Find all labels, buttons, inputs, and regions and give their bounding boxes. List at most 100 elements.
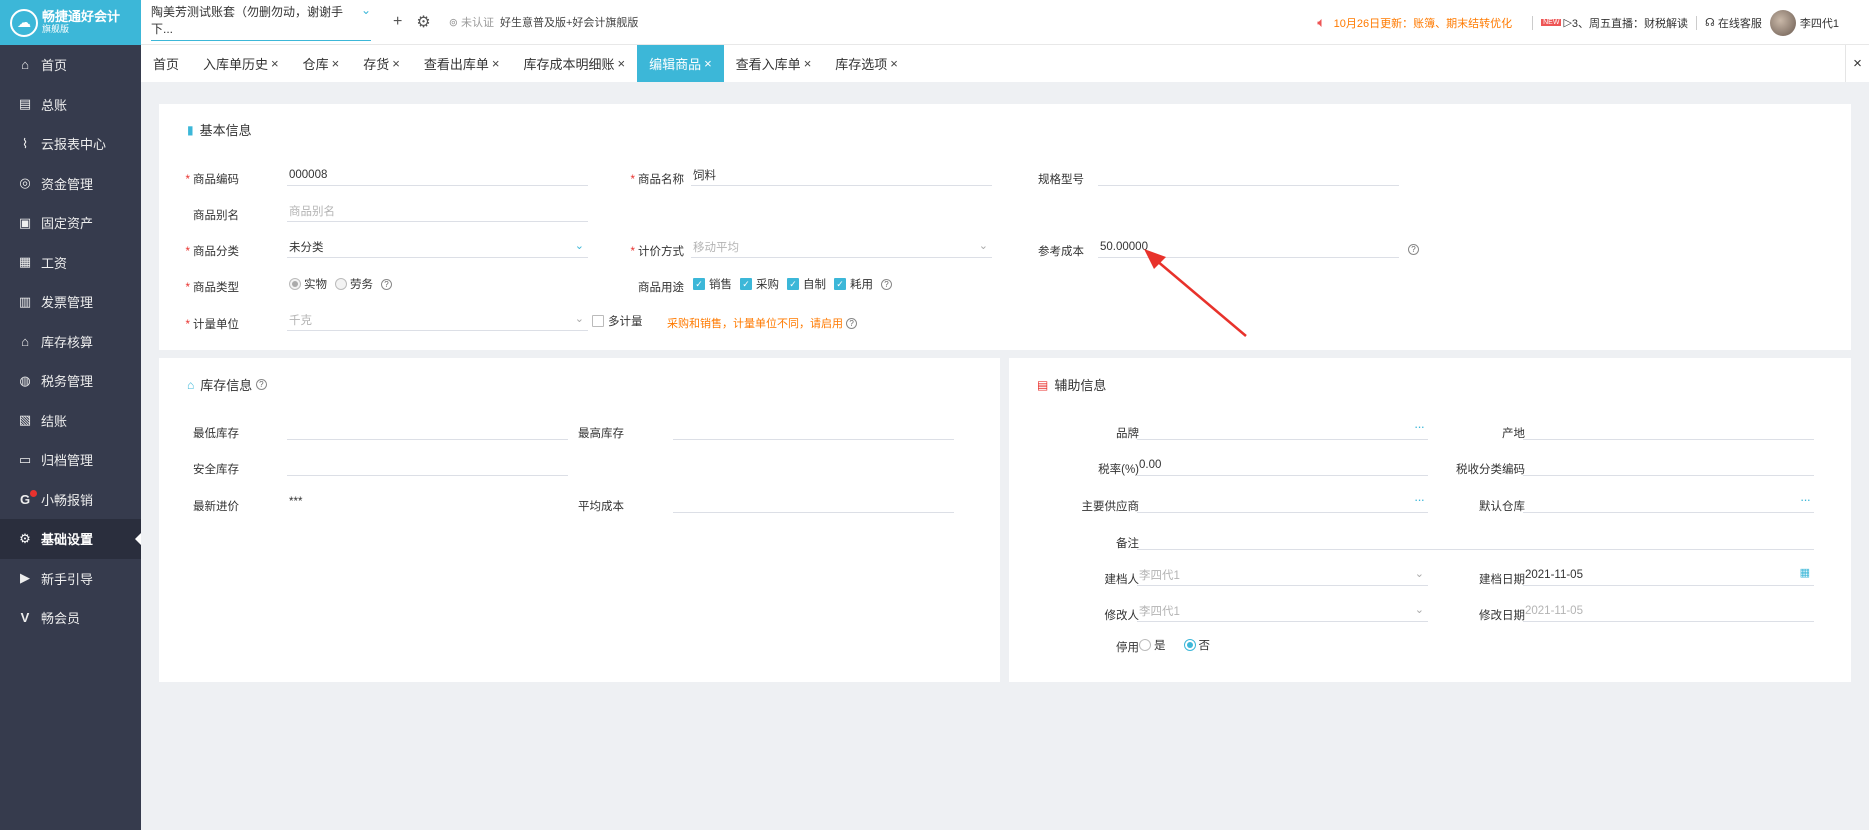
sidebar-item-guide[interactable]: ▶ 新手引导: [0, 559, 141, 599]
usage-checkbox-purchase[interactable]: ✓ 采购: [740, 276, 779, 292]
sidebar-item-reports[interactable]: ⌇ 云报表中心: [0, 124, 141, 164]
unit-select[interactable]: 千克 ⌄: [287, 309, 588, 331]
close-icon[interactable]: ×: [392, 56, 400, 71]
user-menu[interactable]: 李四代1: [1769, 9, 1839, 36]
close-icon[interactable]: ×: [271, 56, 279, 71]
supplier-field[interactable]: ···: [1137, 491, 1428, 513]
disable-radio-yes[interactable]: 是: [1139, 637, 1166, 653]
disable-radio-no[interactable]: 否: [1183, 637, 1210, 653]
add-icon[interactable]: +: [393, 13, 402, 31]
required-mark: *: [185, 246, 190, 258]
min-stock-field[interactable]: [287, 418, 568, 440]
safety-stock-field[interactable]: [287, 454, 568, 476]
close-icon[interactable]: ×: [332, 56, 340, 71]
multi-unit-checkbox[interactable]: 多计量: [592, 313, 651, 329]
default-warehouse-label: 默认仓库: [1479, 501, 1525, 513]
pricing-select[interactable]: 移动平均 ⌄: [691, 236, 992, 258]
check-icon: ✓: [740, 278, 752, 290]
alias-field[interactable]: 商品别名: [287, 200, 588, 222]
more-icon[interactable]: ···: [1414, 419, 1425, 434]
usage-checkbox-group: ✓ 销售 ✓ 采购 ✓ 自制 ✓ 耗用 ?: [693, 276, 892, 292]
divider: [1532, 15, 1534, 30]
auth-status[interactable]: ⊚ 未认证: [449, 14, 494, 30]
type-radio-group: 实物 劳务 ?: [289, 276, 392, 292]
sidebar-item-checkout[interactable]: ▧ 结账: [0, 401, 141, 441]
close-icon[interactable]: ×: [890, 56, 898, 71]
logo-title: 畅捷通好会计: [42, 8, 121, 24]
code-field[interactable]: 000008: [287, 164, 588, 186]
usage-checkbox-consume[interactable]: ✓ 耗用: [834, 276, 873, 292]
last-price-value: ***: [289, 496, 303, 508]
type-radio-physical[interactable]: 实物: [289, 276, 327, 292]
update-notice[interactable]: 🔈︎ 10月26日更新：账簿、期末结转优化: [1317, 14, 1512, 31]
close-all-tabs-button[interactable]: ×: [1845, 45, 1869, 82]
sidebar-item-tax[interactable]: ◍ 税务管理: [0, 361, 141, 401]
more-icon[interactable]: ···: [1800, 492, 1811, 507]
close-icon[interactable]: ×: [492, 56, 500, 71]
name-field[interactable]: 饲料: [691, 164, 992, 186]
tab-bar: 首页 入库单历史 × 仓库 × 存货 × 查看出库单 × 库存成本明细账 × 编辑商品 × …: [141, 45, 1869, 82]
default-warehouse-field[interactable]: ···: [1523, 491, 1814, 513]
close-icon[interactable]: ×: [804, 56, 812, 71]
help-icon[interactable]: ?: [255, 379, 267, 390]
sidebar-item-settings[interactable]: ⚙ 基础设置: [0, 519, 141, 559]
tab-goods[interactable]: 存货 ×: [351, 45, 412, 82]
sidebar-item-ledger[interactable]: ▤ 总账: [0, 85, 141, 125]
pricing-label: 计价方式: [638, 246, 684, 258]
max-stock-field[interactable]: [673, 418, 954, 440]
category-select[interactable]: 未分类 ⌄: [287, 236, 588, 258]
min-stock-label: 最低库存: [193, 428, 239, 440]
tax-rate-field[interactable]: 0.00: [1137, 454, 1428, 476]
tax-code-field[interactable]: [1523, 454, 1814, 476]
brand-field[interactable]: ···: [1137, 418, 1428, 440]
creator-label: 建档人: [1104, 574, 1140, 586]
calendar-icon[interactable]: ▦: [1800, 566, 1810, 579]
sidebar-item-vip[interactable]: V 畅会员: [0, 598, 141, 638]
origin-field[interactable]: [1523, 418, 1814, 440]
tab-inbound-history[interactable]: 入库单历史 ×: [191, 45, 291, 82]
aux-info-panel: ▤ 辅助信息 品牌 ··· 产地 税率(%) 0.00 税收分类编码 主要供应商…: [1009, 358, 1851, 682]
close-icon[interactable]: ×: [704, 56, 712, 71]
close-icon[interactable]: ×: [617, 56, 625, 71]
tab-warehouse[interactable]: 仓库 ×: [291, 45, 352, 82]
usage-checkbox-sale[interactable]: ✓ 销售: [693, 276, 732, 292]
help-icon[interactable]: ?: [381, 278, 392, 290]
tab-cost-ledger[interactable]: 库存成本明细账 ×: [511, 45, 637, 82]
account-selector[interactable]: 陶美芳测试账套（勿删勿动，谢谢手下... ⌄: [151, 3, 371, 41]
spec-label: 规格型号: [1038, 174, 1084, 186]
sidebar-item-home[interactable]: ⌂ 首页: [0, 45, 141, 85]
sidebar-item-assets[interactable]: ▣ 固定资产: [0, 203, 141, 243]
tab-view-inbound[interactable]: 查看入库单 ×: [724, 45, 824, 82]
gear-icon[interactable]: ⚙: [416, 12, 430, 32]
tab-inventory-options[interactable]: 库存选项 ×: [823, 45, 910, 82]
live-stream-link[interactable]: NEW ▷ 3、周五直播：财税解读: [1541, 15, 1688, 31]
sidebar-item-inventory[interactable]: ⌂ 库存核算: [0, 322, 141, 362]
warehouse-icon: ⌂: [21, 333, 29, 349]
app-logo[interactable]: ☁ 畅捷通好会计 旗舰版: [0, 0, 141, 45]
help-icon[interactable]: ?: [846, 317, 858, 329]
disable-label: 停用: [1116, 642, 1139, 654]
more-icon[interactable]: ···: [1414, 492, 1425, 507]
tab-home[interactable]: 首页: [141, 45, 191, 82]
avg-cost-field: [673, 491, 954, 513]
help-icon[interactable]: ?: [1408, 244, 1419, 255]
modify-date-label: 修改日期: [1479, 610, 1525, 622]
type-radio-service[interactable]: 劳务: [335, 276, 373, 292]
tab-edit-product[interactable]: 编辑商品 ×: [637, 45, 724, 82]
tab-view-outbound[interactable]: 查看出库单 ×: [412, 45, 512, 82]
sidebar-item-invoice[interactable]: ▥ 发票管理: [0, 282, 141, 322]
online-service-button[interactable]: ☊ 在线客服: [1705, 15, 1762, 31]
usage-checkbox-selfmade[interactable]: ✓ 自制: [787, 276, 826, 292]
sidebar-item-reimburse[interactable]: G 小畅报销: [0, 480, 141, 520]
spec-field[interactable]: [1098, 164, 1399, 186]
help-icon[interactable]: ?: [881, 278, 892, 290]
required-mark: *: [185, 282, 190, 294]
avatar: [1769, 9, 1796, 36]
sidebar-item-archive[interactable]: ▭ 归档管理: [0, 440, 141, 480]
remark-field[interactable]: [1137, 528, 1814, 550]
create-date-picker[interactable]: 2021-11-05 ▦: [1523, 564, 1814, 586]
sidebar-item-salary[interactable]: ▦ 工资: [0, 243, 141, 283]
sidebar-item-funds[interactable]: ◎ 资金管理: [0, 164, 141, 204]
gear-icon: ⚙: [19, 530, 31, 546]
chevron-down-icon: ⌄: [574, 240, 584, 252]
